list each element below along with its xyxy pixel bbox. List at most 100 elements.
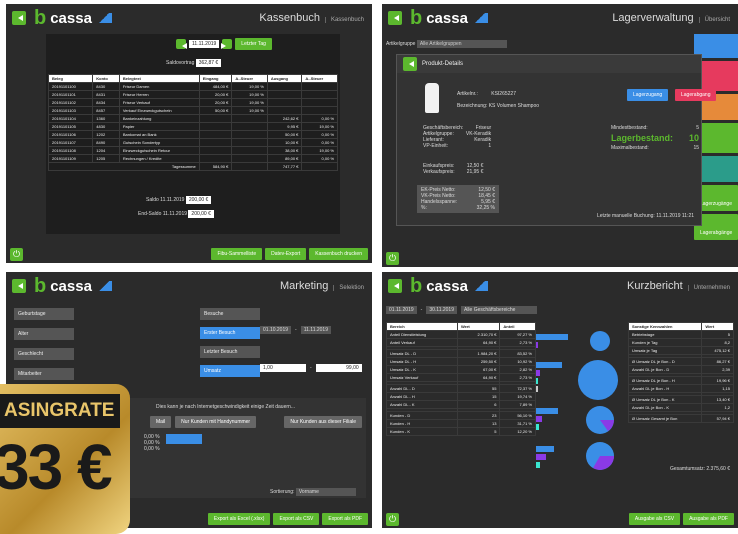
export-csv-button[interactable]: Export als CSV bbox=[273, 513, 320, 525]
table-cell: 23 bbox=[456, 411, 501, 420]
kurzbericht-pane: b cassa Kurzbericht Unternehmen 01.11.2019… bbox=[382, 272, 738, 528]
table-row: Umsatz DL - K 67,00 €2,82 % bbox=[386, 365, 536, 374]
table-cell: 7,89 % bbox=[499, 400, 536, 409]
table-cell: 1360 bbox=[92, 114, 120, 123]
table-cell bbox=[198, 138, 233, 147]
table-cell: 20191101103 bbox=[47, 106, 94, 115]
dialog-back-button[interactable] bbox=[403, 57, 417, 71]
last-booking: Letzte manuelle Buchung: 11.11.2019 11:2… bbox=[597, 213, 695, 219]
back-button[interactable] bbox=[388, 11, 402, 25]
table-cell bbox=[231, 138, 268, 147]
table-cell: 259,50 € bbox=[456, 357, 501, 366]
table-cell bbox=[231, 114, 268, 123]
back-button[interactable] bbox=[12, 279, 26, 293]
lagerabgang-button[interactable]: Lagerabgang bbox=[675, 89, 717, 101]
table-row: 20191101102 8434 Friseur Verkauf 20,00 €19,… bbox=[47, 98, 338, 107]
table-row: Anzahl DL - H 15 19,74 % bbox=[386, 392, 536, 401]
detail-label: VP-Einheit: bbox=[423, 143, 449, 149]
table-cell: 20191101109 bbox=[47, 154, 94, 163]
handy-button[interactable]: Nur Kunden mit Handynummer bbox=[175, 416, 257, 428]
table-row: Anteil Verkauf 64,90 €2,73 % bbox=[386, 338, 536, 347]
table-cell: 19,00 % bbox=[231, 98, 268, 107]
filter-right-2[interactable]: Letzter Besuch bbox=[200, 346, 260, 358]
table-cell: 2,39 bbox=[701, 365, 734, 374]
export-excel-button[interactable]: Export als Excel (.xlsx) bbox=[207, 513, 271, 525]
datev-button[interactable]: Datev-Export bbox=[265, 248, 307, 260]
table-cell: 19,00 % bbox=[231, 90, 268, 99]
bereich-select[interactable]: Alle Geschäftsbereiche bbox=[460, 306, 537, 314]
table-cell: 83,52 % bbox=[499, 349, 536, 358]
table-cell: 0,00 % bbox=[301, 114, 338, 123]
table-cell bbox=[198, 114, 233, 123]
table-cell: Bankomat an Bank bbox=[118, 130, 200, 139]
table-cell: Umsatz je Tag bbox=[627, 346, 703, 355]
table-row: Umsatz DL - D 1.984,20 €83,52 % bbox=[386, 349, 536, 358]
print-button[interactable]: Kassenbuch drucken bbox=[309, 248, 368, 260]
table-cell bbox=[231, 146, 268, 155]
detail-value: 21,95 € bbox=[466, 169, 484, 175]
power-icon[interactable]: ⏻ bbox=[386, 252, 399, 265]
table-cell: 0,00 % bbox=[301, 154, 338, 163]
date-to-select[interactable]: 11.11.2019 bbox=[300, 326, 331, 334]
table-row: Umsatz DL - H 259,50 €10,92 % bbox=[386, 357, 536, 366]
table-cell: 20191101105 bbox=[47, 122, 94, 131]
filter-left-2[interactable]: Geschlecht bbox=[14, 348, 74, 360]
date-from-select[interactable]: 01.10.2019 bbox=[260, 326, 292, 334]
table-cell: 15 bbox=[456, 392, 501, 401]
next-day-button[interactable] bbox=[222, 39, 233, 49]
table-cell: 1,15 bbox=[701, 384, 734, 393]
table-cell bbox=[266, 90, 303, 99]
today-button[interactable]: Letzter Tag bbox=[235, 38, 272, 50]
ausgabe-pdf-button[interactable]: Ausgabe als PDF bbox=[683, 513, 734, 525]
artikelgruppe-select[interactable]: Alle Artikelgruppen bbox=[416, 40, 507, 48]
filter-right-3[interactable]: Umsatz bbox=[200, 365, 260, 377]
prev-day-button[interactable] bbox=[176, 39, 187, 49]
table-row: Betriebstage 5 bbox=[627, 330, 734, 339]
filter-left-1[interactable]: Alter bbox=[14, 328, 74, 340]
table-row: Kunden - K 5 12,20 % bbox=[386, 427, 536, 436]
filter-right-1[interactable]: Erster Besuch bbox=[200, 327, 260, 339]
table-cell: Ø Umsatz DL je Bon - D bbox=[627, 357, 703, 366]
table-cell: 8434 bbox=[92, 98, 120, 107]
kurz-charts bbox=[536, 331, 618, 470]
table-cell bbox=[231, 154, 268, 163]
fibu-button[interactable]: Fibu-Sammelliste bbox=[211, 248, 263, 260]
filter-left-0[interactable]: Geburtstage bbox=[14, 308, 74, 320]
table-cell: Umsatz DL - K bbox=[386, 365, 458, 374]
table-cell: 50,00 € bbox=[266, 130, 303, 139]
date-from-select[interactable]: 01.11.2019 bbox=[386, 306, 417, 314]
bottle-icon bbox=[425, 83, 439, 113]
filter-left-3[interactable]: Mitarbeiter bbox=[14, 368, 74, 380]
date-select[interactable]: 11.11.2019 bbox=[189, 40, 220, 48]
power-icon[interactable]: ⏻ bbox=[386, 513, 399, 526]
umsatz-from-input[interactable]: 1,00 bbox=[260, 364, 306, 372]
lagerbestand-label: Lagerbestand: bbox=[611, 133, 674, 143]
table-cell: 13,40 € bbox=[701, 395, 734, 404]
back-button[interactable] bbox=[12, 11, 26, 25]
power-icon[interactable]: ⏻ bbox=[10, 248, 23, 261]
table-cell: 38,00 € bbox=[266, 146, 303, 155]
table-cell: 242,62 € bbox=[266, 114, 303, 123]
table-cell: 2,73 % bbox=[499, 338, 536, 347]
sort-select[interactable]: Vorname bbox=[295, 488, 356, 496]
logo: b cassa bbox=[34, 7, 112, 30]
table-cell: 1.984,20 € bbox=[456, 349, 501, 358]
table-cell: 12,20 % bbox=[499, 427, 536, 436]
table-cell: 19,00 % bbox=[231, 82, 268, 91]
table-cell bbox=[301, 90, 338, 99]
export-pdf-button[interactable]: Export als PDF bbox=[322, 513, 368, 525]
mail-button[interactable]: Mail bbox=[150, 416, 172, 428]
ausgabe-csv-button[interactable]: Ausgabe als CSV bbox=[628, 513, 681, 525]
table-cell: 19,74 % bbox=[499, 392, 536, 401]
table-row: Kunden - H 13 31,71 % bbox=[386, 419, 536, 428]
table-cell: Ø Umsatz DL je Bon - K bbox=[627, 395, 703, 404]
umsatz-to-input[interactable]: 99,00 bbox=[315, 364, 362, 372]
filiale-button[interactable]: Nur Kunden aus dieser Filiale bbox=[284, 416, 362, 428]
lagerzugang-button[interactable]: Lagerzugang bbox=[627, 89, 669, 101]
table-cell bbox=[198, 130, 233, 139]
detail-value: 1 bbox=[488, 143, 492, 149]
date-to-select[interactable]: 30.11.2019 bbox=[426, 306, 457, 314]
table-cell: Kunden - H bbox=[386, 419, 458, 428]
back-button[interactable] bbox=[388, 279, 402, 293]
filter-right-0[interactable]: Besuche bbox=[200, 308, 260, 320]
